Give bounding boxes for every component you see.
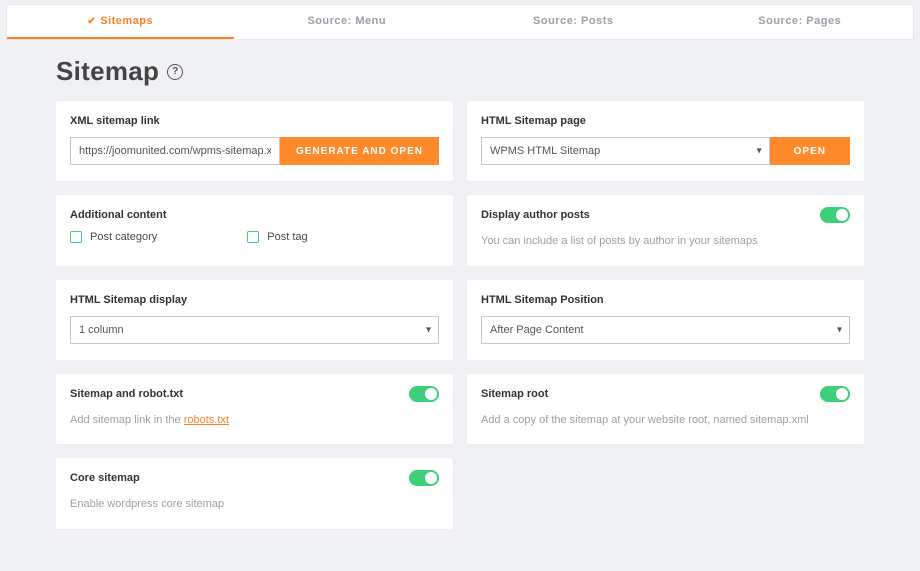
html-page-select[interactable]: WPMS HTML Sitemap xyxy=(481,137,770,165)
label-html-page: HTML Sitemap page xyxy=(481,115,850,127)
card-xml-link: XML sitemap link GENERATE AND OPEN xyxy=(56,101,453,181)
label-root: Sitemap root xyxy=(481,388,850,400)
card-display-author: Display author posts You can include a l… xyxy=(467,195,864,266)
help-icon[interactable]: ? xyxy=(167,64,183,80)
toggle-root[interactable] xyxy=(820,386,850,402)
tabbar: ✔ Sitemaps Source: Menu Source: Posts Sou… xyxy=(6,4,914,40)
desc-core: Enable wordpress core sitemap xyxy=(70,496,439,513)
label-html-position: HTML Sitemap Position xyxy=(481,294,850,306)
desc-display-author: You can include a list of posts by autho… xyxy=(481,233,850,250)
check-icon: ✔ xyxy=(87,16,96,27)
desc-root: Add a copy of the sitemap at your websit… xyxy=(481,412,850,429)
tab-source-menu[interactable]: Source: Menu xyxy=(234,5,461,39)
tab-sitemaps[interactable]: ✔ Sitemaps xyxy=(7,5,234,39)
label-additional: Additional content xyxy=(70,209,439,221)
label-display-author: Display author posts xyxy=(481,209,850,221)
tab-source-posts[interactable]: Source: Posts xyxy=(460,5,687,39)
open-button[interactable]: OPEN xyxy=(770,137,850,165)
card-html-position: HTML Sitemap Position After Page Content… xyxy=(467,280,864,360)
checkbox-post-tag[interactable]: Post tag xyxy=(247,231,307,243)
card-robots: Sitemap and robot.txt Add sitemap link i… xyxy=(56,374,453,445)
label-html-display: HTML Sitemap display xyxy=(70,294,439,306)
title-row: Sitemap ? xyxy=(56,56,864,87)
generate-open-button[interactable]: GENERATE AND OPEN xyxy=(280,137,439,165)
card-additional-content: Additional content Post category Post ta… xyxy=(56,195,453,266)
label-robots: Sitemap and robot.txt xyxy=(70,388,439,400)
html-display-select[interactable]: 1 column xyxy=(70,316,439,344)
tab-source-pages[interactable]: Source: Pages xyxy=(687,5,914,39)
checkbox-icon xyxy=(70,231,82,243)
card-core: Core sitemap Enable wordpress core sitem… xyxy=(56,458,453,529)
toggle-core[interactable] xyxy=(409,470,439,486)
checkbox-icon xyxy=(247,231,259,243)
card-root: Sitemap root Add a copy of the sitemap a… xyxy=(467,374,864,445)
desc-robots: Add sitemap link in the robots.txt xyxy=(70,412,439,429)
tab-label: Sitemaps xyxy=(100,15,153,27)
label-core: Core sitemap xyxy=(70,472,439,484)
checkbox-post-category[interactable]: Post category xyxy=(70,231,157,243)
page-title: Sitemap xyxy=(56,56,159,87)
xml-link-input[interactable] xyxy=(70,137,280,165)
robots-link[interactable]: robots.txt xyxy=(184,414,229,426)
toggle-robots[interactable] xyxy=(409,386,439,402)
card-html-display: HTML Sitemap display 1 column ▾ xyxy=(56,280,453,360)
html-position-select[interactable]: After Page Content xyxy=(481,316,850,344)
label-xml-link: XML sitemap link xyxy=(70,115,439,127)
toggle-display-author[interactable] xyxy=(820,207,850,223)
card-html-page: HTML Sitemap page WPMS HTML Sitemap ▾ OP… xyxy=(467,101,864,181)
